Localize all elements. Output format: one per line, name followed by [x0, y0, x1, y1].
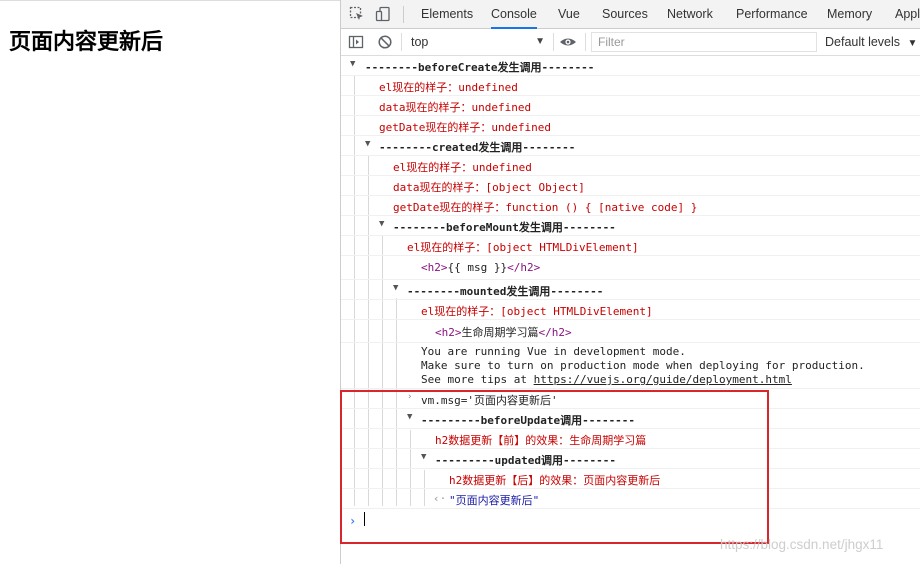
console-command-row: › vm.msg='页面内容更新后'	[341, 389, 920, 409]
log-levels-dropdown[interactable]: Default levels ▼	[825, 32, 917, 52]
log-message: data现在的样子：undefined	[379, 101, 532, 114]
devtools-tabbar: Elements Console Vue Sources Network Per…	[341, 0, 920, 29]
context-selector[interactable]: top ▼	[405, 32, 547, 52]
tab-console[interactable]: Console	[491, 0, 537, 29]
page-viewport: 页面内容更新后	[0, 0, 340, 564]
console-input-cursor[interactable]	[364, 512, 365, 526]
chevron-down-icon: ▼	[907, 38, 918, 49]
vue-dev-notice-line: You are running Vue in development mode.	[421, 345, 686, 358]
chevron-down-icon: ▼	[535, 36, 545, 47]
page-heading: 页面内容更新后	[9, 30, 164, 55]
log-group-header[interactable]: ▼ --------beforeMount发生调用--------	[341, 216, 920, 236]
tab-performance[interactable]: Performance	[736, 0, 808, 29]
log-row: getDate现在的样子：function () { [native code]…	[341, 196, 920, 216]
log-group-header[interactable]: ▼ --------mounted发生调用--------	[341, 280, 920, 300]
log-message: el现在的样子：undefined	[393, 161, 532, 174]
log-message: el现在的样子：[object HTMLDivElement]	[421, 305, 653, 318]
log-row: getDate现在的样子：undefined	[341, 116, 920, 136]
dom-node-preview[interactable]: <h2>生命周期学习篇</h2>	[435, 324, 572, 340]
log-levels-label: Default levels	[825, 35, 901, 49]
log-row: el现在的样子：undefined	[341, 76, 920, 96]
tab-application[interactable]: Appl	[895, 0, 920, 29]
log-row: el现在的样子：[object HTMLDivElement]	[341, 300, 920, 320]
log-message: getDate现在的样子：function () { [native code]…	[393, 201, 698, 214]
tab-vue[interactable]: Vue	[558, 0, 580, 29]
group-title: --------mounted发生调用--------	[407, 285, 604, 298]
log-row: data现在的样子：[object Object]	[341, 176, 920, 196]
vue-dev-notice-line: See more tips at https://vuejs.org/guide…	[421, 373, 792, 386]
filter-input[interactable]: Filter	[591, 32, 817, 52]
console-sidebar-icon[interactable]	[348, 34, 366, 51]
context-value: top	[411, 35, 429, 49]
expand-triangle-icon[interactable]: ▼	[379, 219, 384, 229]
log-message: el现在的样子：[object HTMLDivElement]	[407, 241, 639, 254]
log-row: You are running Vue in development mode.…	[341, 343, 920, 389]
log-row: h2数据更新【前】的效果：生命周期学习篇	[341, 429, 920, 449]
tabbar-divider	[403, 6, 404, 23]
console-result-row: ‹· "页面内容更新后"	[341, 489, 920, 509]
expand-triangle-icon[interactable]: ▼	[350, 59, 355, 69]
device-toolbar-icon[interactable]	[375, 6, 393, 23]
tab-elements[interactable]: Elements	[421, 0, 473, 29]
executed-command: vm.msg='页面内容更新后'	[421, 394, 558, 407]
log-row: <h2>{{ msg }}</h2>	[341, 258, 920, 280]
expand-triangle-icon[interactable]: ▼	[365, 139, 370, 149]
group-title: ---------beforeUpdate调用--------	[421, 414, 636, 427]
chevron-right-icon: ›	[407, 392, 413, 402]
tab-sources[interactable]: Sources	[602, 0, 648, 29]
log-message: h2数据更新【后】的效果：页面内容更新后	[449, 474, 661, 487]
log-row: el现在的样子：undefined	[341, 156, 920, 176]
result-arrow-icon: ‹·	[433, 492, 447, 505]
dom-node-preview[interactable]: <h2>{{ msg }}</h2>	[421, 261, 540, 274]
watermark: https://blog.csdn.net/jhgx11	[720, 537, 884, 552]
clear-console-icon[interactable]	[377, 34, 395, 51]
log-message: el现在的样子：undefined	[379, 81, 518, 94]
log-row: data现在的样子：undefined	[341, 96, 920, 116]
log-group-header[interactable]: ▼ --------created发生调用--------	[341, 136, 920, 156]
log-group-header[interactable]: ▼ --------beforeCreate发生调用--------	[341, 56, 920, 76]
log-group-header[interactable]: ▼ ---------beforeUpdate调用--------	[341, 409, 920, 429]
log-message: data现在的样子：[object Object]	[393, 181, 585, 194]
inspect-element-icon[interactable]	[349, 6, 367, 23]
expand-triangle-icon[interactable]: ▼	[421, 452, 426, 462]
group-title: --------beforeCreate发生调用--------	[365, 61, 595, 74]
result-value: "页面内容更新后"	[449, 494, 540, 507]
log-message: h2数据更新【前】的效果：生命周期学习篇	[435, 434, 647, 447]
prompt-chevron-icon: ›	[349, 514, 357, 528]
log-row: <h2>生命周期学习篇</h2>	[341, 321, 920, 343]
toolbar-divider	[585, 33, 586, 51]
tab-memory[interactable]: Memory	[827, 0, 872, 29]
vue-dev-notice-line: Make sure to turn on production mode whe…	[421, 359, 865, 372]
console-toolbar: top ▼ Filter Default levels ▼	[341, 29, 920, 56]
devtools-panel: Elements Console Vue Sources Network Per…	[340, 0, 920, 564]
expand-triangle-icon[interactable]: ▼	[393, 283, 398, 293]
group-title: --------created发生调用--------	[379, 141, 576, 154]
expand-triangle-icon[interactable]: ▼	[407, 412, 412, 422]
toolbar-divider	[401, 33, 402, 51]
eye-icon[interactable]	[559, 34, 577, 51]
log-row: el现在的样子：[object HTMLDivElement]	[341, 236, 920, 256]
group-title: ---------updated调用--------	[435, 454, 616, 467]
log-group-header[interactable]: ▼ ---------updated调用--------	[341, 449, 920, 469]
console-output[interactable]: ▼ --------beforeCreate发生调用-------- el现在的…	[341, 56, 920, 564]
deployment-guide-link[interactable]: https://vuejs.org/guide/deployment.html	[534, 373, 792, 386]
log-message: getDate现在的样子：undefined	[379, 121, 551, 134]
group-title: --------beforeMount发生调用--------	[393, 221, 616, 234]
toolbar-divider	[553, 33, 554, 51]
tab-network[interactable]: Network	[667, 0, 713, 29]
log-row: h2数据更新【后】的效果：页面内容更新后	[341, 469, 920, 489]
